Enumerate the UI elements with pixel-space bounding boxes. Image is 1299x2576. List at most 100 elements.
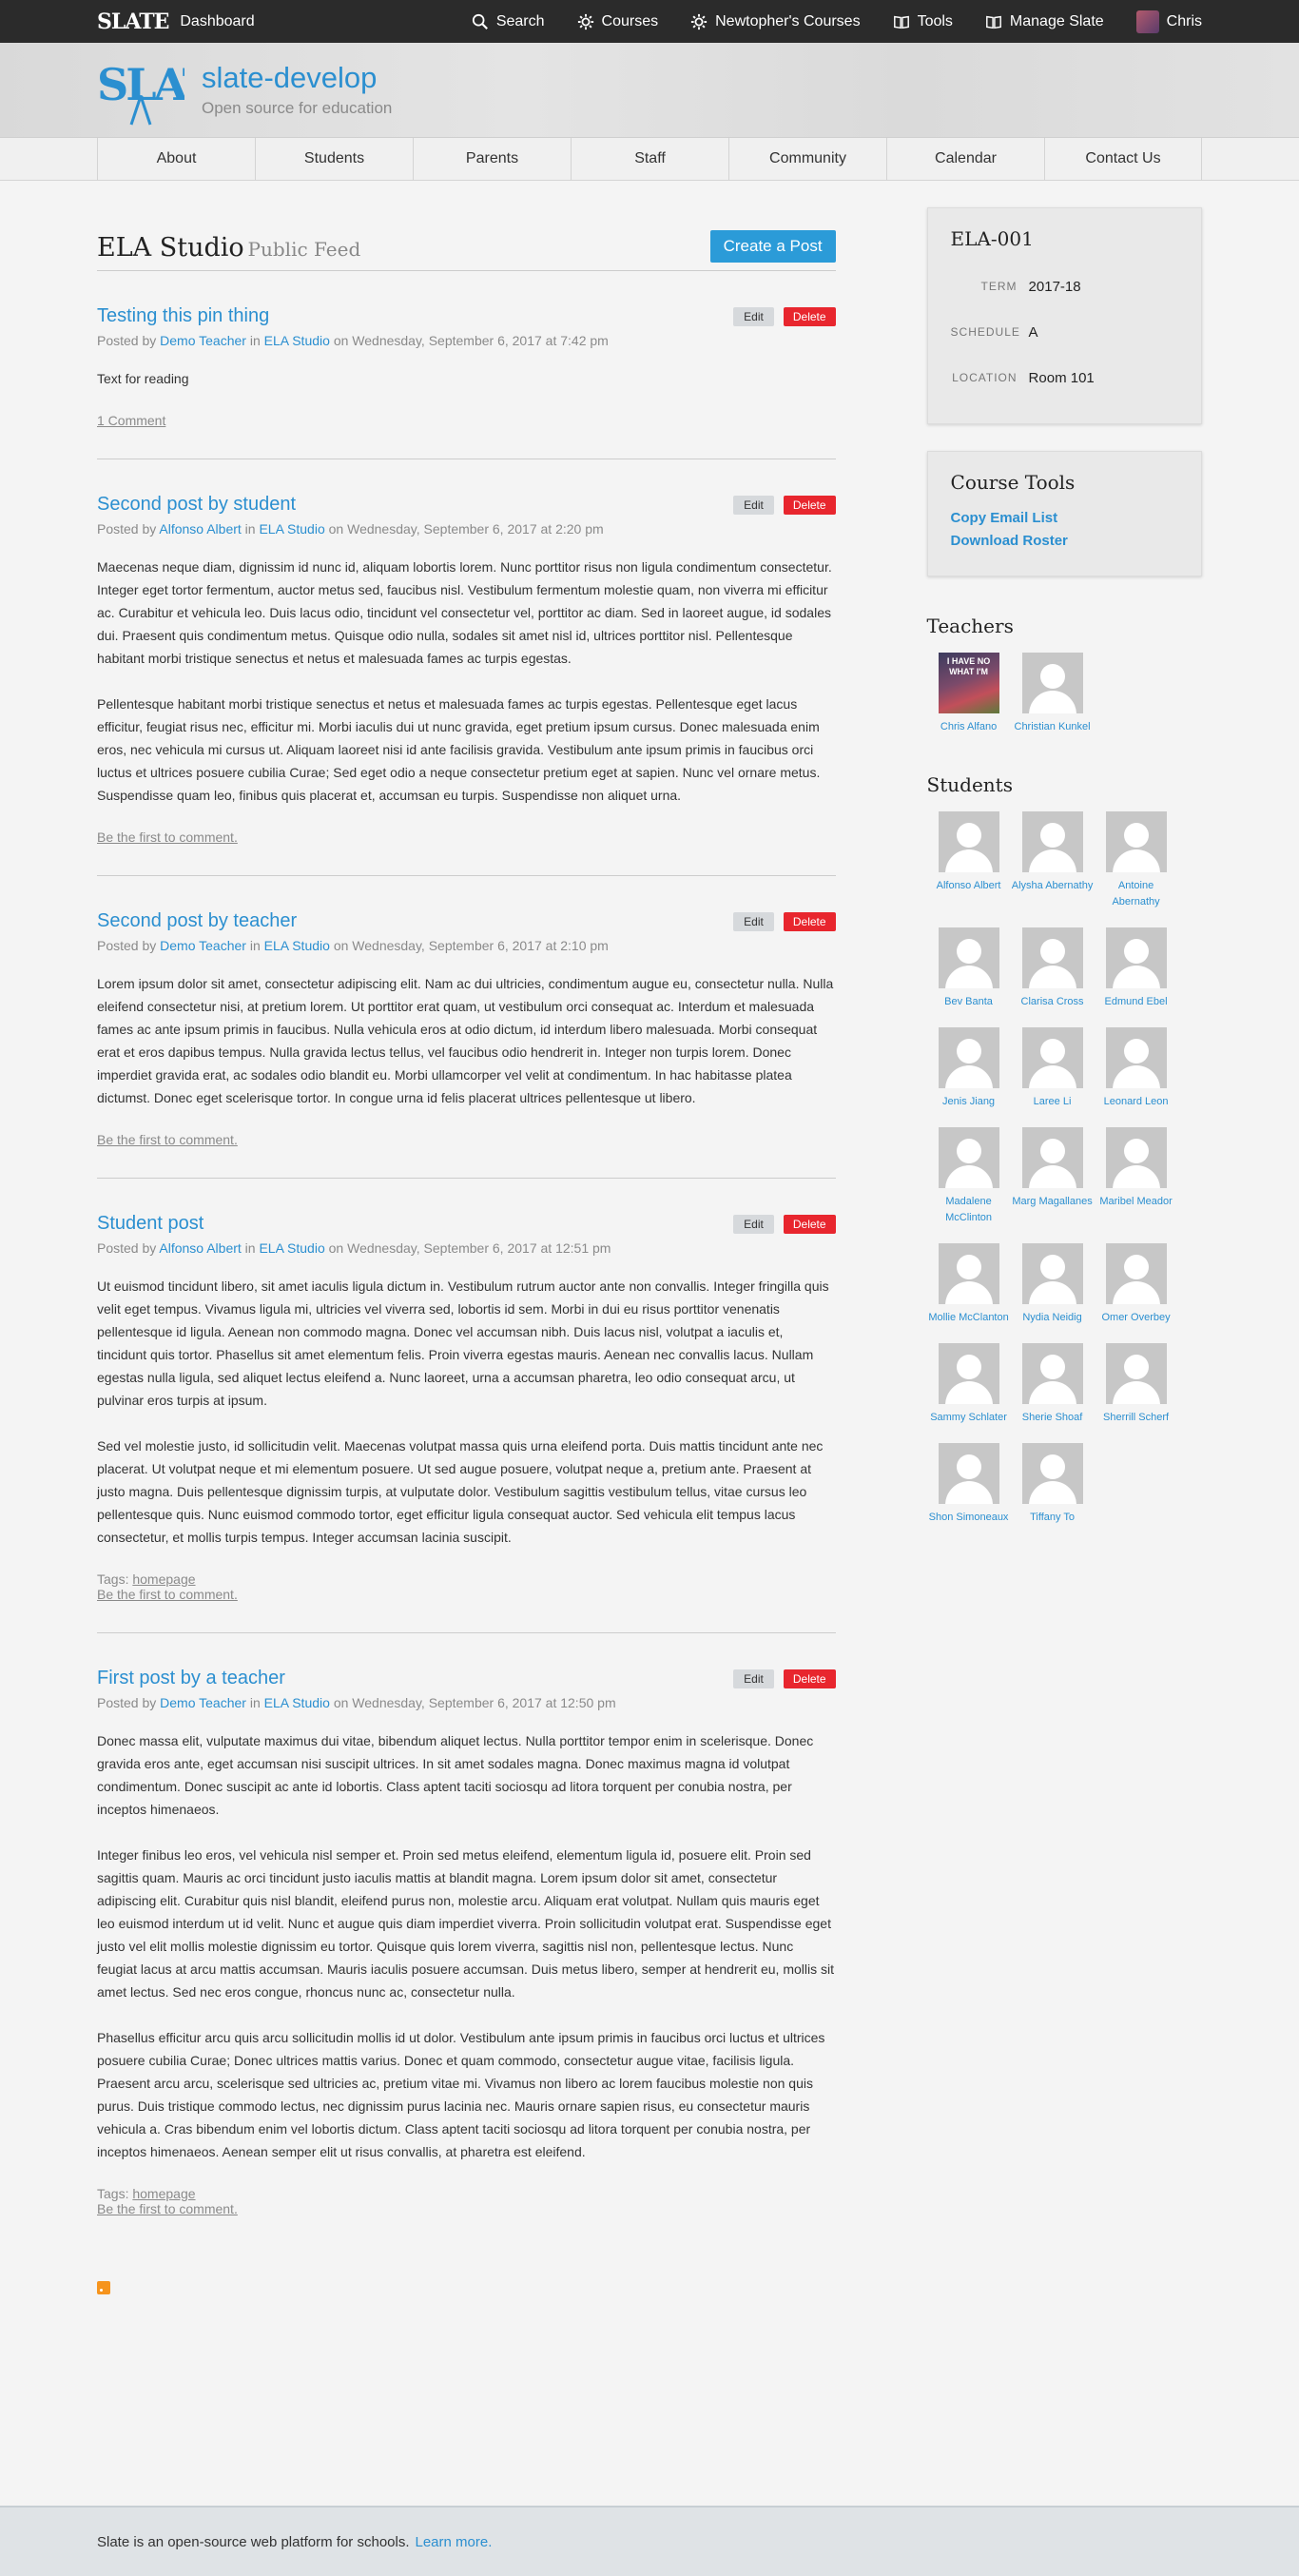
student-card[interactable]: Sherie Shoaf bbox=[1011, 1343, 1095, 1424]
student-card[interactable]: Leonard Leon bbox=[1095, 1027, 1178, 1108]
student-name[interactable]: Marg Magallanes bbox=[1012, 1196, 1092, 1207]
search-link[interactable]: Search bbox=[472, 13, 545, 30]
student-name[interactable]: Mollie McClanton bbox=[928, 1312, 1008, 1323]
post-title[interactable]: Student post bbox=[97, 1213, 204, 1235]
student-card[interactable]: Marg Magallanes bbox=[1011, 1127, 1095, 1224]
student-name[interactable]: Sherie Shoaf bbox=[1022, 1412, 1083, 1423]
nav-students[interactable]: Students bbox=[255, 138, 413, 180]
create-post-button[interactable]: Create a Post bbox=[709, 230, 836, 263]
student-card[interactable]: Omer Overbey bbox=[1095, 1243, 1178, 1324]
post-title[interactable]: Second post by student bbox=[97, 494, 296, 516]
student-card[interactable]: Clarisa Cross bbox=[1011, 927, 1095, 1008]
tag-link[interactable]: homepage bbox=[132, 1571, 195, 1587]
student-card[interactable]: Shon Simoneaux bbox=[927, 1443, 1011, 1524]
nav-staff[interactable]: Staff bbox=[571, 138, 728, 180]
student-name[interactable]: Edmund Ebel bbox=[1105, 996, 1168, 1007]
comment-link[interactable]: Be the first to comment. bbox=[97, 2201, 238, 2216]
student-card[interactable]: Sammy Schlater bbox=[927, 1343, 1011, 1424]
student-card[interactable]: Tiffany To bbox=[1011, 1443, 1095, 1524]
nav-calendar[interactable]: Calendar bbox=[886, 138, 1044, 180]
site-name[interactable]: slate-develop bbox=[202, 62, 392, 94]
comment-link[interactable]: 1 Comment bbox=[97, 413, 165, 428]
student-name[interactable]: Sherrill Scherf bbox=[1103, 1412, 1169, 1423]
student-name[interactable]: Jenis Jiang bbox=[942, 1096, 995, 1107]
tools-link[interactable]: Tools bbox=[893, 13, 953, 30]
student-name[interactable]: Madalene McClinton bbox=[945, 1196, 992, 1223]
section-link[interactable]: ELA Studio bbox=[259, 1240, 324, 1256]
post-body: Ut euismod tincidunt libero, sit amet ia… bbox=[97, 1275, 836, 1549]
student-name[interactable]: Leonard Leon bbox=[1104, 1096, 1169, 1107]
student-name[interactable]: Alfonso Albert bbox=[937, 880, 1001, 891]
student-card[interactable]: Madalene McClinton bbox=[927, 1127, 1011, 1224]
author-link[interactable]: Alfonso Albert bbox=[159, 521, 241, 537]
author-link[interactable]: Alfonso Albert bbox=[159, 1240, 241, 1256]
student-name[interactable]: Alysha Abernathy bbox=[1012, 880, 1094, 891]
user-menu[interactable]: Chris bbox=[1135, 10, 1202, 33]
edit-button[interactable]: Edit bbox=[733, 1669, 774, 1688]
post-title[interactable]: Second post by teacher bbox=[97, 910, 297, 932]
delete-button[interactable]: Delete bbox=[783, 307, 836, 326]
rss-icon[interactable] bbox=[97, 2281, 110, 2294]
delete-button[interactable]: Delete bbox=[783, 496, 836, 515]
nav-about[interactable]: About bbox=[97, 138, 255, 180]
comment-link[interactable]: Be the first to comment. bbox=[97, 829, 238, 845]
author-link[interactable]: Demo Teacher bbox=[160, 333, 246, 348]
delete-button[interactable]: Delete bbox=[783, 1215, 836, 1234]
slate-logo[interactable]: SLATE bbox=[97, 10, 169, 34]
comment-link[interactable]: Be the first to comment. bbox=[97, 1587, 238, 1602]
teacher-card[interactable]: Christian Kunkel bbox=[1011, 653, 1095, 733]
comment-link[interactable]: Be the first to comment. bbox=[97, 1132, 238, 1147]
teacher-name[interactable]: Christian Kunkel bbox=[1015, 721, 1091, 732]
nav-community[interactable]: Community bbox=[728, 138, 886, 180]
site-logo[interactable]: SLATE slate-develop Open source for educ… bbox=[97, 54, 392, 127]
student-name[interactable]: Sammy Schlater bbox=[930, 1412, 1007, 1423]
tag-link[interactable]: homepage bbox=[132, 2186, 195, 2201]
section-link[interactable]: ELA Studio bbox=[264, 333, 330, 348]
author-link[interactable]: Demo Teacher bbox=[160, 1695, 246, 1710]
student-name[interactable]: Clarisa Cross bbox=[1021, 996, 1084, 1007]
student-name[interactable]: Shon Simoneaux bbox=[929, 1512, 1009, 1523]
download-roster-link[interactable]: Download Roster bbox=[951, 530, 1178, 553]
edit-button[interactable]: Edit bbox=[733, 1215, 774, 1234]
teacher-card[interactable]: I HAVE NO WHAT I'M Chris Alfano bbox=[927, 653, 1011, 733]
edit-button[interactable]: Edit bbox=[733, 912, 774, 931]
delete-button[interactable]: Delete bbox=[783, 912, 836, 931]
student-name[interactable]: Laree Li bbox=[1034, 1096, 1072, 1107]
student-card[interactable]: Sherrill Scherf bbox=[1095, 1343, 1178, 1424]
post-title[interactable]: Testing this pin thing bbox=[97, 305, 269, 327]
student-card[interactable]: Nydia Neidig bbox=[1011, 1243, 1095, 1324]
student-card[interactable]: Alysha Abernathy bbox=[1011, 811, 1095, 908]
learn-more-link[interactable]: Learn more. bbox=[416, 2534, 493, 2550]
student-card[interactable]: Laree Li bbox=[1011, 1027, 1095, 1108]
student-name[interactable]: Antoine Abernathy bbox=[1112, 880, 1159, 907]
delete-button[interactable]: Delete bbox=[783, 1669, 836, 1688]
teacher-name[interactable]: Chris Alfano bbox=[940, 721, 997, 732]
student-card[interactable]: Edmund Ebel bbox=[1095, 927, 1178, 1008]
edit-button[interactable]: Edit bbox=[733, 307, 774, 326]
courses-link[interactable]: Courses bbox=[577, 13, 658, 30]
edit-button[interactable]: Edit bbox=[733, 496, 774, 515]
student-card[interactable]: Antoine Abernathy bbox=[1095, 811, 1178, 908]
student-card[interactable]: Bev Banta bbox=[927, 927, 1011, 1008]
nav-contact-us[interactable]: Contact Us bbox=[1044, 138, 1202, 180]
post-paragraph: Sed vel molestie justo, id sollicitudin … bbox=[97, 1438, 824, 1545]
student-name[interactable]: Tiffany To bbox=[1030, 1512, 1075, 1523]
section-link[interactable]: ELA Studio bbox=[264, 938, 330, 953]
student-name[interactable]: Maribel Meador bbox=[1099, 1196, 1172, 1207]
student-name[interactable]: Bev Banta bbox=[944, 996, 993, 1007]
student-name[interactable]: Nydia Neidig bbox=[1022, 1312, 1081, 1323]
section-link[interactable]: ELA Studio bbox=[264, 1695, 330, 1710]
newtophers-courses-link[interactable]: Newtopher's Courses bbox=[690, 13, 861, 30]
student-card[interactable]: Jenis Jiang bbox=[927, 1027, 1011, 1108]
dashboard-link[interactable]: Dashboard bbox=[180, 13, 254, 30]
post-title[interactable]: First post by a teacher bbox=[97, 1668, 285, 1689]
student-card[interactable]: Mollie McClanton bbox=[927, 1243, 1011, 1324]
manage-slate-link[interactable]: Manage Slate bbox=[985, 13, 1104, 30]
student-card[interactable]: Maribel Meador bbox=[1095, 1127, 1178, 1224]
author-link[interactable]: Demo Teacher bbox=[160, 938, 246, 953]
student-card[interactable]: Alfonso Albert bbox=[927, 811, 1011, 908]
section-link[interactable]: ELA Studio bbox=[259, 521, 324, 537]
student-name[interactable]: Omer Overbey bbox=[1101, 1312, 1170, 1323]
copy-email-list-link[interactable]: Copy Email List bbox=[951, 507, 1178, 530]
nav-parents[interactable]: Parents bbox=[413, 138, 571, 180]
